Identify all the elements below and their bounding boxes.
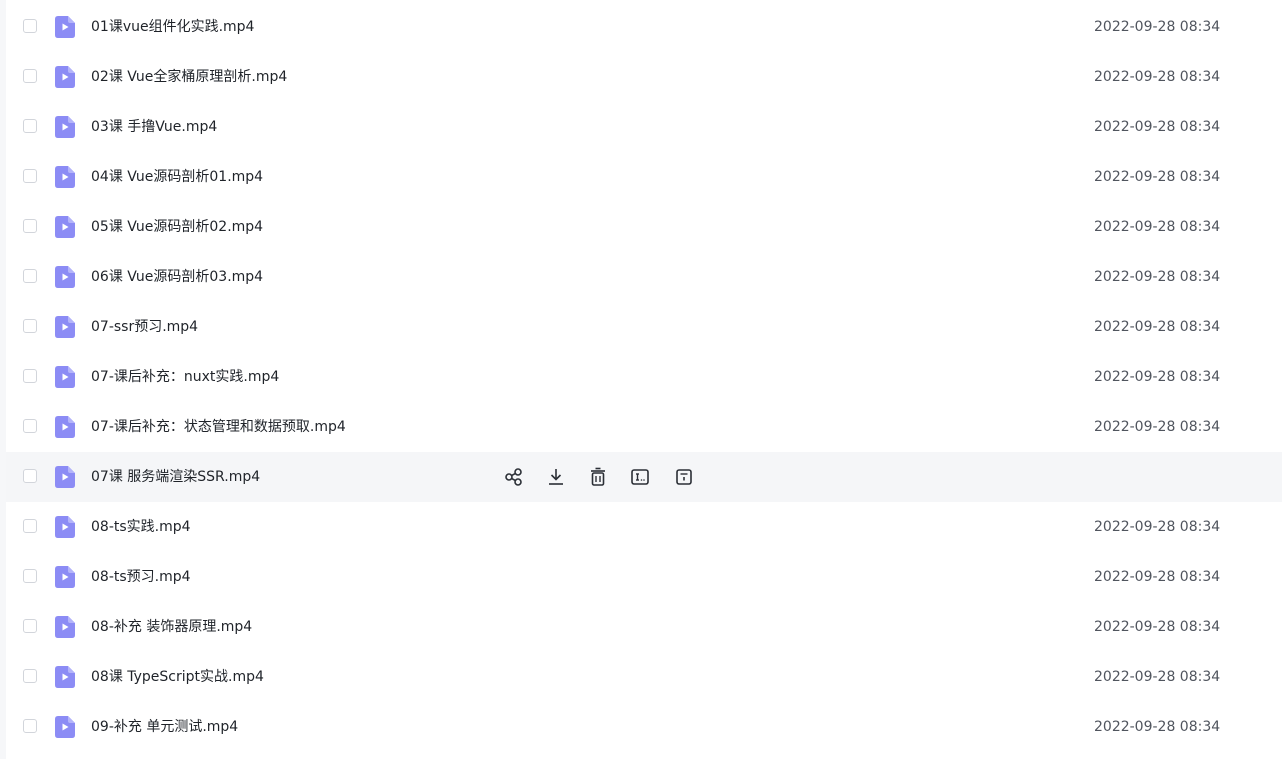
row-checkbox[interactable]: [23, 619, 37, 633]
download-icon[interactable]: [546, 466, 566, 488]
file-name[interactable]: 03课 手撸Vue.mp4: [91, 118, 217, 136]
file-name[interactable]: 08-ts实践.mp4: [91, 518, 191, 536]
row-checkbox[interactable]: [23, 219, 37, 233]
file-name[interactable]: 06课 Vue源码剖析03.mp4: [91, 268, 263, 286]
file-date: 2022-09-28 08:34: [1094, 119, 1221, 135]
file-date: 2022-09-28 08:34: [1094, 519, 1221, 535]
file-date: 2022-09-28 08:34: [1094, 369, 1221, 385]
file-name[interactable]: 07课 服务端渲染SSR.mp4: [91, 468, 260, 486]
file-row[interactable]: 07-ssr预习.mp4 2022-09-28 08:34: [6, 302, 1282, 352]
row-checkbox[interactable]: [23, 369, 37, 383]
video-file-icon: [55, 266, 75, 288]
video-file-icon: [55, 216, 75, 238]
file-date: 2022-09-28 08:34: [1094, 269, 1221, 285]
file-name[interactable]: 07-课后补充：nuxt实践.mp4: [91, 368, 279, 386]
video-file-icon: [55, 16, 75, 38]
row-checkbox[interactable]: [23, 569, 37, 583]
video-file-icon: [55, 166, 75, 188]
file-date: 2022-09-28 08:34: [1094, 319, 1221, 335]
file-name[interactable]: 07-课后补充：状态管理和数据预取.mp4: [91, 418, 346, 436]
file-name[interactable]: 07-ssr预习.mp4: [91, 318, 198, 336]
rename-icon[interactable]: [630, 466, 650, 488]
file-row[interactable]: 03课 手撸Vue.mp4 2022-09-28 08:34: [6, 102, 1282, 152]
video-file-icon: [55, 666, 75, 688]
share-icon[interactable]: [504, 466, 524, 488]
video-file-icon: [55, 716, 75, 738]
file-row[interactable]: 08-ts预习.mp4 2022-09-28 08:34: [6, 552, 1282, 602]
row-checkbox[interactable]: [23, 669, 37, 683]
video-file-icon: [55, 66, 75, 88]
row-checkbox[interactable]: [23, 169, 37, 183]
file-row[interactable]: 07-课后补充：nuxt实践.mp4 2022-09-28 08:34: [6, 352, 1282, 402]
file-date: 2022-09-28 08:34: [1094, 69, 1221, 85]
file-name[interactable]: 04课 Vue源码剖析01.mp4: [91, 168, 263, 186]
file-date: 2022-09-28 08:34: [1094, 569, 1221, 585]
file-date: 2022-09-28 08:34: [1094, 19, 1221, 35]
file-name[interactable]: 09-补充 单元测试.mp4: [91, 718, 238, 736]
file-date: 2022-09-28 08:34: [1094, 669, 1221, 685]
video-file-icon: [55, 416, 75, 438]
row-checkbox[interactable]: [23, 119, 37, 133]
file-row[interactable]: 09-补充 单元测试.mp4 2022-09-28 08:34: [6, 702, 1282, 752]
video-file-icon: [55, 366, 75, 388]
video-file-icon: [55, 616, 75, 638]
file-name[interactable]: 08-补充 装饰器原理.mp4: [91, 618, 252, 636]
video-file-icon: [55, 316, 75, 338]
file-name[interactable]: 02课 Vue全家桶原理剖析.mp4: [91, 68, 287, 86]
file-row[interactable]: 07-课后补充：状态管理和数据预取.mp4 2022-09-28 08:34: [6, 402, 1282, 452]
file-row[interactable]: 05课 Vue源码剖析02.mp4 2022-09-28 08:34: [6, 202, 1282, 252]
row-checkbox[interactable]: [23, 719, 37, 733]
file-row[interactable]: 06课 Vue源码剖析03.mp4 2022-09-28 08:34: [6, 252, 1282, 302]
file-row[interactable]: 07课 服务端渲染SSR.mp4: [6, 452, 1282, 502]
file-date: 2022-09-28 08:34: [1094, 719, 1221, 735]
file-name[interactable]: 01课vue组件化实践.mp4: [91, 18, 254, 36]
file-row[interactable]: 08-补充 装饰器原理.mp4 2022-09-28 08:34: [6, 602, 1282, 652]
video-file-icon: [55, 116, 75, 138]
row-checkbox[interactable]: [23, 19, 37, 33]
file-date: 2022-09-28 08:34: [1094, 619, 1221, 635]
row-checkbox[interactable]: [23, 269, 37, 283]
file-name[interactable]: 05课 Vue源码剖析02.mp4: [91, 218, 263, 236]
file-row[interactable]: 01课vue组件化实践.mp4 2022-09-28 08:34: [6, 2, 1282, 52]
row-checkbox[interactable]: [23, 469, 37, 483]
file-date: 2022-09-28 08:34: [1094, 419, 1221, 435]
video-file-icon: [55, 566, 75, 588]
info-icon[interactable]: [674, 466, 694, 488]
file-row[interactable]: 08-ts实践.mp4 2022-09-28 08:34: [6, 502, 1282, 552]
row-checkbox[interactable]: [23, 69, 37, 83]
file-row[interactable]: 04课 Vue源码剖析01.mp4 2022-09-28 08:34: [6, 152, 1282, 202]
row-checkbox[interactable]: [23, 319, 37, 333]
file-row[interactable]: 08课 TypeScript实战.mp4 2022-09-28 08:34: [6, 652, 1282, 702]
file-row[interactable]: 02课 Vue全家桶原理剖析.mp4 2022-09-28 08:34: [6, 52, 1282, 102]
row-checkbox[interactable]: [23, 519, 37, 533]
file-name[interactable]: 08-ts预习.mp4: [91, 568, 191, 586]
file-date: 2022-09-28 08:34: [1094, 219, 1221, 235]
video-file-icon: [55, 516, 75, 538]
file-list: 01课vue组件化实践.mp4 2022-09-28 08:34 02课 Vue全…: [6, 2, 1282, 759]
row-checkbox[interactable]: [23, 419, 37, 433]
file-name[interactable]: 08课 TypeScript实战.mp4: [91, 668, 264, 686]
video-file-icon: [55, 466, 75, 488]
delete-icon[interactable]: [588, 466, 608, 488]
file-date: 2022-09-28 08:34: [1094, 169, 1221, 185]
